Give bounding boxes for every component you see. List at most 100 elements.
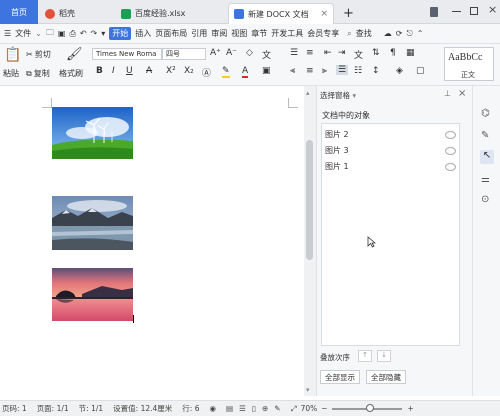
superscript-button[interactable]: X² — [166, 66, 176, 76]
bold-button[interactable]: B — [96, 66, 103, 76]
style-gallery[interactable]: AaBbCc 正文 — [444, 47, 494, 81]
image-sunset-lake[interactable] — [52, 268, 133, 321]
tab-home[interactable]: 首页 — [0, 0, 38, 24]
hide-all-button[interactable]: 全部隐藏 — [366, 370, 406, 384]
italic-button[interactable]: I — [112, 66, 115, 76]
edit-icon[interactable]: ✎ — [274, 404, 280, 413]
sliders-icon[interactable]: ⚌ — [481, 174, 490, 185]
new-tab-button[interactable]: + — [338, 3, 359, 24]
zoom-slider-handle[interactable] — [365, 403, 374, 412]
menu-member[interactable]: 会员专享 — [307, 28, 339, 39]
minimize-icon[interactable] — [452, 11, 461, 12]
line-spacing-icon[interactable]: ↕ — [372, 66, 380, 76]
redo-icon[interactable]: ↷ — [91, 29, 98, 38]
read-view-icon[interactable]: ▯ — [252, 404, 256, 413]
indent-icon[interactable]: ⇥ — [338, 48, 346, 58]
subscript-button[interactable]: X₂ — [184, 66, 194, 76]
cut-button[interactable]: ✂ 剪切 — [26, 49, 51, 60]
menu-layout[interactable]: 页面布局 — [155, 28, 187, 39]
grow-font-icon[interactable]: A⁺ — [210, 48, 221, 58]
zoom-slider[interactable] — [331, 403, 402, 412]
copy-button[interactable]: ⧉ 复制 — [26, 68, 50, 79]
move-up-button[interactable]: ↑ — [358, 350, 372, 362]
zoom-value[interactable]: 70% — [301, 404, 318, 413]
shrink-font-icon[interactable]: A⁻ — [226, 48, 237, 58]
eye-icon[interactable] — [445, 147, 456, 155]
tab-daoke[interactable]: 稻壳 — [40, 3, 110, 24]
font-color-icon[interactable]: A — [242, 66, 249, 78]
list-item[interactable]: 图片 2 — [325, 129, 349, 140]
menu-file[interactable]: 文件 — [15, 28, 31, 39]
border-icon[interactable]: ▢ — [416, 66, 425, 76]
show-marks-icon[interactable]: ¶ — [390, 48, 396, 58]
char-border-icon[interactable]: ▣ — [262, 66, 271, 76]
font-size-select[interactable]: 四号 — [162, 48, 206, 60]
select-pointer-icon[interactable]: ↖ — [480, 150, 494, 164]
save-icon[interactable]: ▣ — [58, 29, 66, 38]
scrollbar-thumb[interactable] — [306, 140, 313, 260]
shading-icon[interactable]: ◈ — [396, 66, 403, 76]
pinyin-icon[interactable]: 文 — [262, 48, 271, 61]
zoom-out-icon[interactable]: − — [321, 404, 327, 413]
clear-format-icon[interactable]: ◇ — [246, 48, 253, 58]
web-view-icon[interactable]: ⊕ — [262, 404, 268, 413]
format-painter-icon[interactable]: 🖌 — [66, 47, 83, 62]
tab-doc[interactable]: 新建 DOCX 文档 × — [228, 3, 334, 24]
outdent-icon[interactable]: ⇤ — [324, 48, 332, 58]
hamburger-icon[interactable]: ☰ — [4, 29, 11, 38]
distribute-icon[interactable]: ☷ — [354, 66, 362, 76]
image-wind-turbines[interactable] — [52, 107, 133, 159]
strikethrough-button[interactable]: A — [146, 66, 152, 76]
eye-icon[interactable] — [445, 131, 456, 139]
menu-view[interactable]: 视图 — [231, 28, 247, 39]
sync-icon[interactable]: ⟳ — [396, 29, 403, 38]
pen-icon[interactable]: ✎ — [481, 130, 489, 141]
move-down-button[interactable]: ↓ — [377, 350, 391, 362]
chinese-layout-icon[interactable]: 文 — [354, 48, 363, 61]
window-close-icon[interactable]: × — [488, 3, 497, 16]
share-icon[interactable]: ⎋ — [406, 29, 412, 39]
image-mountain-lake[interactable] — [52, 196, 133, 250]
menu-ref[interactable]: 引用 — [191, 28, 207, 39]
menu-insert[interactable]: 插入 — [135, 28, 151, 39]
pane-close-icon[interactable]: × — [458, 88, 466, 99]
table-icon[interactable]: ▦ — [406, 48, 415, 58]
menu-search[interactable]: 查找 — [356, 28, 372, 39]
search-icon[interactable]: ⌕ — [347, 29, 351, 39]
list-item[interactable]: 图片 3 — [325, 145, 349, 156]
text-effect-icon[interactable]: Ⓐ — [202, 66, 211, 79]
eye-protect-icon[interactable]: ◉ — [209, 404, 216, 413]
align-center-icon[interactable]: ≡ — [306, 66, 314, 76]
open-folder-icon[interactable]: 🗀 — [46, 27, 54, 41]
tab-xlsx[interactable]: 百度经验.xlsx — [116, 3, 226, 24]
outline-view-icon[interactable]: ☰ — [239, 404, 246, 413]
list-item[interactable]: 图片 1 — [325, 161, 349, 172]
eye-icon[interactable] — [445, 163, 456, 171]
bullet-list-icon[interactable]: ☰ — [290, 48, 298, 58]
more-icon[interactable]: ▾ — [101, 29, 105, 38]
menu-chapter[interactable]: 章节 — [251, 28, 267, 39]
menu-start[interactable]: 开始 — [109, 27, 132, 40]
underline-button[interactable]: U — [126, 66, 133, 76]
zoom-in-icon[interactable]: + — [408, 404, 414, 413]
pin-icon[interactable]: ⊥ — [444, 89, 451, 98]
cloud-icon[interactable]: ☁ — [384, 29, 392, 38]
paste-icon[interactable]: 📋 — [4, 47, 21, 63]
align-left-icon[interactable]: ⫷ — [290, 66, 295, 76]
chevron-down-icon[interactable]: ▾ — [352, 91, 356, 100]
format-painter-button[interactable]: 格式刷 — [59, 68, 83, 79]
print-icon[interactable]: ⎙ — [69, 29, 75, 39]
font-select[interactable]: Times New Roma — [92, 48, 162, 60]
paste-button[interactable]: 粘贴 — [3, 68, 19, 79]
sort-icon[interactable]: ⇅ — [372, 48, 380, 58]
hourglass-icon[interactable] — [430, 7, 438, 17]
align-right-icon[interactable]: ⫸ — [322, 66, 327, 76]
maximize-icon[interactable] — [470, 7, 478, 15]
show-all-button[interactable]: 全部显示 — [320, 370, 360, 384]
number-list-icon[interactable]: ≡ — [306, 48, 314, 58]
close-icon[interactable]: × — [320, 9, 328, 19]
scroll-down-icon[interactable]: ▾ — [306, 386, 310, 394]
document-canvas[interactable] — [0, 86, 316, 402]
menu-dev[interactable]: 开发工具 — [271, 28, 303, 39]
highlight-icon[interactable]: ✎ — [222, 66, 230, 78]
